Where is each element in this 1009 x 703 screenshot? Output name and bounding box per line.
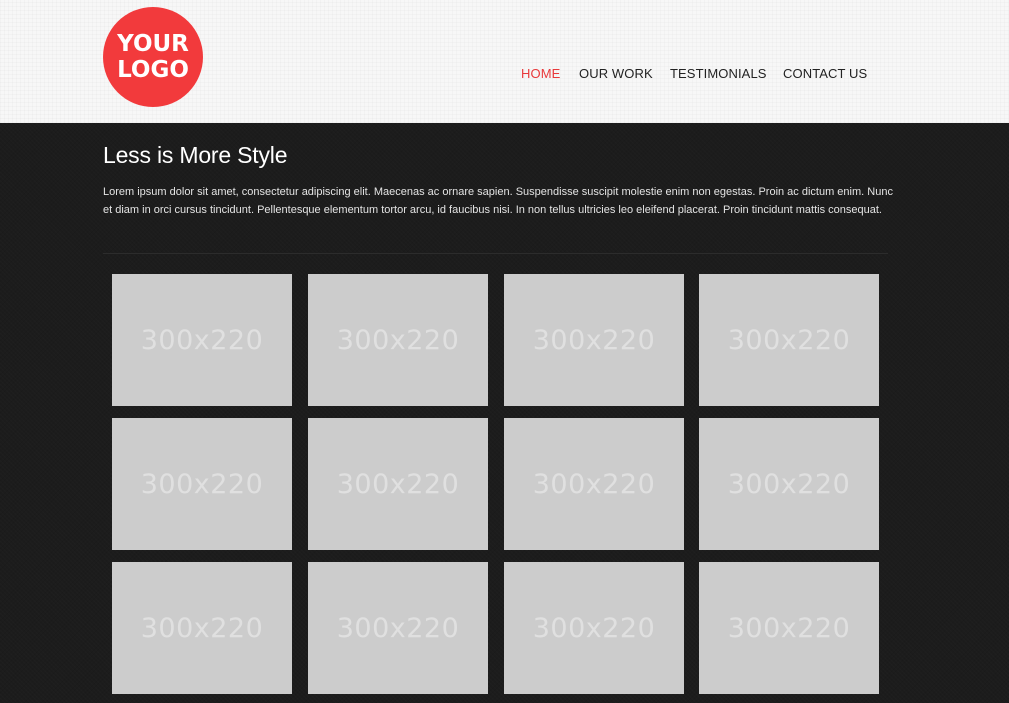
logo-line-1: YOUR: [117, 31, 189, 57]
placeholder-label: 300x220: [532, 612, 656, 644]
logo-line-2: LOGO: [117, 57, 189, 83]
placeholder-label: 300x220: [336, 324, 460, 356]
gallery-thumb[interactable]: 300x220: [112, 274, 292, 406]
intro-text: Lorem ipsum dolor sit amet, consectetur …: [103, 186, 893, 216]
gallery-thumb[interactable]: 300x220: [308, 274, 488, 406]
main-content: Less is More Style Lorem ipsum dolor sit…: [0, 123, 1009, 703]
placeholder-label: 300x220: [140, 468, 264, 500]
nav-our-work[interactable]: OUR WORK: [579, 66, 653, 81]
nav-testimonials[interactable]: TESTIMONIALS: [670, 66, 767, 81]
nav-home[interactable]: HOME: [521, 66, 560, 81]
page: YOUR LOGO HOME OUR WORK TESTIMONIALS CON…: [0, 0, 1009, 703]
gallery-thumb[interactable]: 300x220: [699, 274, 879, 406]
gallery-thumb[interactable]: 300x220: [504, 418, 684, 550]
placeholder-label: 300x220: [140, 324, 264, 356]
gallery-thumb[interactable]: 300x220: [308, 418, 488, 550]
nav-contact-us[interactable]: CONTACT US: [783, 66, 867, 81]
gallery-thumb[interactable]: 300x220: [504, 274, 684, 406]
gallery-thumb[interactable]: 300x220: [504, 562, 684, 694]
placeholder-label: 300x220: [140, 612, 264, 644]
gallery-thumb[interactable]: 300x220: [112, 562, 292, 694]
placeholder-label: 300x220: [336, 612, 460, 644]
placeholder-label: 300x220: [727, 324, 851, 356]
placeholder-label: 300x220: [727, 468, 851, 500]
logo[interactable]: YOUR LOGO: [103, 7, 203, 107]
placeholder-label: 300x220: [532, 324, 656, 356]
gallery-thumb[interactable]: 300x220: [699, 562, 879, 694]
gallery-thumb[interactable]: 300x220: [112, 418, 292, 550]
gallery-thumb[interactable]: 300x220: [308, 562, 488, 694]
placeholder-label: 300x220: [727, 612, 851, 644]
gallery-thumb[interactable]: 300x220: [699, 418, 879, 550]
site-header: YOUR LOGO HOME OUR WORK TESTIMONIALS CON…: [0, 0, 1009, 123]
placeholder-label: 300x220: [532, 468, 656, 500]
divider: [103, 253, 888, 254]
placeholder-label: 300x220: [336, 468, 460, 500]
page-title: Less is More Style: [103, 142, 288, 168]
